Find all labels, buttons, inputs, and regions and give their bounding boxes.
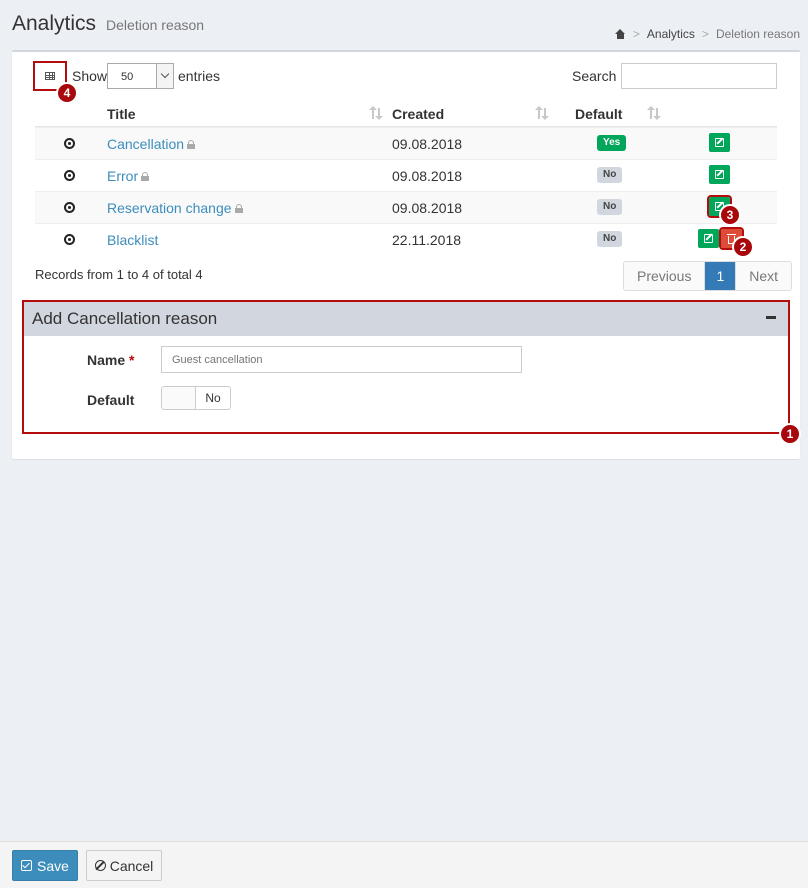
edit-button[interactable] (709, 165, 730, 184)
annotation-marker-4: 4 (56, 82, 78, 104)
row-created: 22.11.2018 (392, 232, 462, 248)
breadcrumb-separator: > (701, 27, 709, 41)
ban-icon (94, 860, 106, 871)
row-created: 09.08.2018 (392, 168, 463, 184)
table-header: Title Created Default (35, 102, 777, 127)
lock-icon (234, 204, 243, 213)
default-badge: No (597, 167, 623, 183)
page-length-value: 50 (121, 71, 134, 83)
annotation-marker-2: 2 (732, 236, 754, 258)
content-box: 4 Show 50 entries Search Title Created D… (12, 50, 801, 459)
column-header-title[interactable]: Title (107, 106, 136, 122)
row-created: 09.08.2018 (392, 136, 463, 152)
details-icon[interactable] (64, 138, 75, 149)
annotation-marker-1: 1 (779, 423, 801, 445)
chevron-down-icon (156, 64, 173, 88)
sort-icon[interactable] (647, 106, 661, 120)
cancel-button[interactable]: Cancel (86, 850, 162, 881)
row-title-text: Reservation change (107, 200, 232, 216)
toggle-knob (162, 387, 196, 409)
sort-icon[interactable] (535, 106, 549, 120)
row-title-text: Cancellation (107, 136, 185, 152)
lock-icon (141, 172, 150, 181)
row-title-link[interactable]: Cancellation (107, 136, 196, 152)
name-label: Name * (87, 352, 134, 368)
name-input[interactable] (161, 346, 522, 373)
table-grid-icon (45, 72, 55, 80)
collapse-icon[interactable] (766, 316, 776, 319)
pagination: Previous 1 Next (623, 261, 793, 291)
name-label-text: Name (87, 352, 126, 368)
sort-icon[interactable] (369, 106, 383, 120)
row-title-link[interactable]: Reservation change (107, 200, 243, 216)
edit-icon (704, 234, 713, 243)
panel-header: Add Cancellation reason (24, 302, 788, 336)
breadcrumb-separator: > (632, 27, 640, 41)
default-label: Default (87, 392, 135, 408)
toggle-label: No (205, 391, 221, 405)
table-row: Error 09.08.2018 No (35, 159, 777, 191)
add-reason-panel: Add Cancellation reason Name * Default N… (22, 300, 790, 434)
details-icon[interactable] (64, 202, 75, 213)
edit-button[interactable] (709, 133, 730, 152)
breadcrumb-item-analytics[interactable]: Analytics (647, 27, 695, 41)
save-label: Save (37, 857, 69, 874)
details-icon[interactable] (64, 234, 75, 245)
page-subtitle: Deletion reason (106, 17, 205, 33)
edit-button[interactable] (698, 229, 719, 248)
footer-bar: Save Cancel (0, 841, 808, 888)
details-icon[interactable] (64, 170, 75, 181)
column-header-created[interactable]: Created (392, 106, 444, 122)
breadcrumb: > Analytics > Deletion reason (614, 27, 800, 41)
home-icon[interactable] (614, 29, 626, 39)
row-title-text: Error (107, 168, 139, 184)
save-button[interactable]: Save (12, 850, 78, 881)
default-badge: Yes (597, 135, 627, 151)
required-mark: * (129, 352, 135, 368)
entries-label: entries (178, 68, 221, 84)
row-title-link[interactable]: Blacklist (107, 232, 158, 248)
search-input[interactable] (621, 63, 777, 89)
check-square-icon (21, 860, 33, 871)
row-created: 09.08.2018 (392, 200, 463, 216)
search-label: Search (572, 68, 617, 84)
annotation-marker-3: 3 (719, 204, 741, 226)
pagination-page-1[interactable]: 1 (705, 262, 737, 290)
lock-icon (187, 140, 196, 149)
edit-icon (715, 138, 724, 147)
column-header-default[interactable]: Default (575, 106, 622, 122)
default-badge: No (597, 231, 623, 247)
page-title: Analytics (12, 12, 97, 35)
default-toggle[interactable]: No (161, 386, 231, 410)
row-title-link[interactable]: Error (107, 168, 150, 184)
page-length-select[interactable]: 50 (107, 63, 174, 89)
show-label: Show (72, 68, 108, 84)
row-title-text: Blacklist (107, 232, 159, 248)
page-header: Analytics Deletion reason (12, 12, 204, 36)
pagination-previous[interactable]: Previous (624, 262, 706, 290)
table-info: Records from 1 to 4 of total 4 (35, 267, 203, 282)
cancel-label: Cancel (109, 857, 154, 874)
table-row: Reservation change 09.08.2018 No (35, 191, 777, 223)
pagination-next[interactable]: Next (736, 262, 792, 290)
edit-icon (715, 170, 724, 179)
panel-title: Add Cancellation reason (32, 309, 218, 328)
table-row: Cancellation 09.08.2018 Yes (35, 127, 777, 159)
table-row: Blacklist 22.11.2018 No (35, 223, 777, 255)
breadcrumb-item-current: Deletion reason (715, 27, 800, 41)
default-badge: No (597, 199, 623, 215)
